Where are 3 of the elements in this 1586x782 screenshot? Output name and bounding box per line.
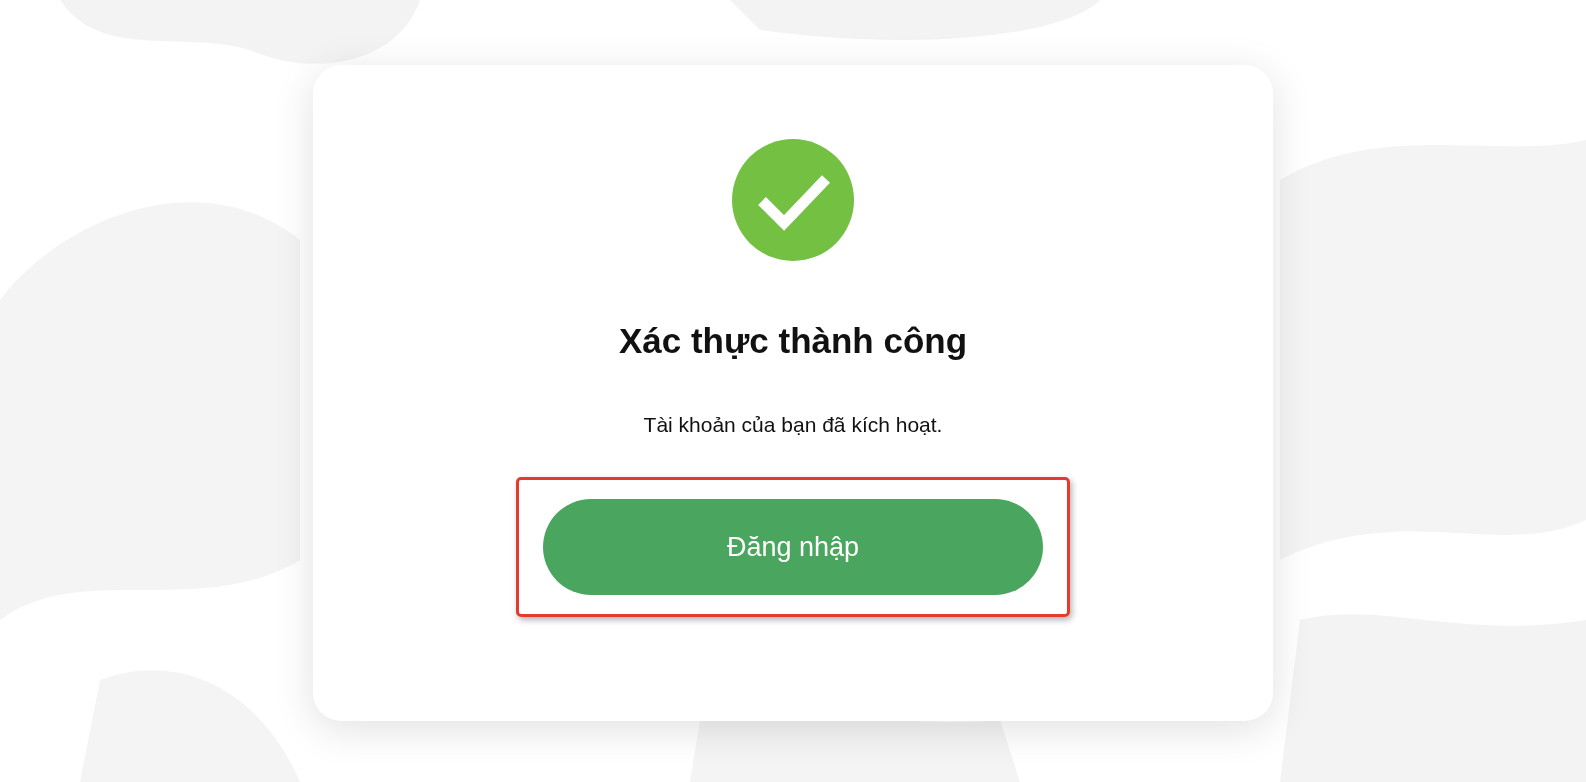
login-button[interactable]: Đăng nhập [543, 499, 1043, 595]
dialog-message: Tài khoản của bạn đã kích hoạt. [643, 413, 943, 437]
dialog-title: Xác thực thành công [618, 321, 968, 361]
